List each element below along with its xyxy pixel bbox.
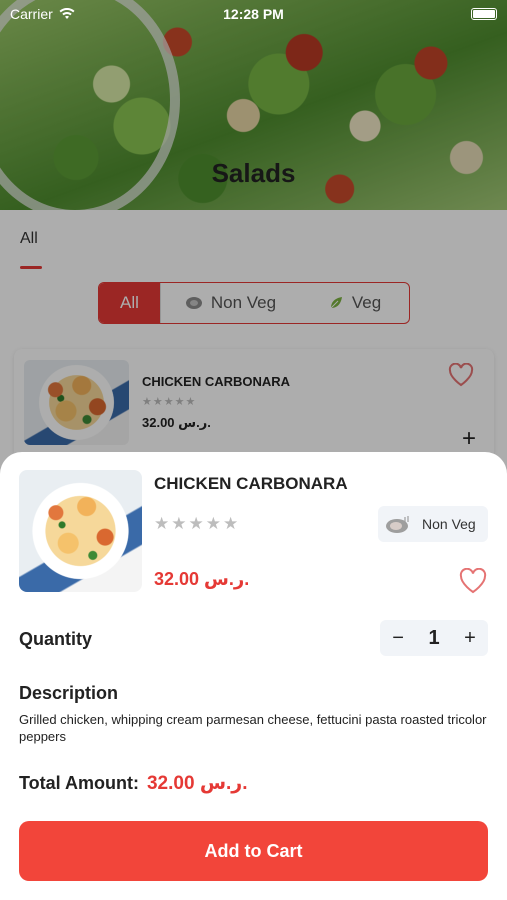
total-label: Total Amount: [19,773,139,793]
screen: Carrier 12:28 PM Salads All All Non Veg … [0,0,507,900]
wifi-icon [59,8,75,19]
total-amount: Total Amount: 32.00 ر.س. [19,772,248,795]
quantity-value: 1 [428,626,440,649]
increment-button[interactable]: + [464,627,476,650]
add-to-cart-button[interactable]: Add to Cart [19,821,488,881]
sheet-dish-name: CHICKEN CARBONARA [154,474,348,493]
dish-image [19,470,142,592]
add-to-cart-label: Add to Cart [204,840,303,861]
clock: 12:28 PM [223,6,284,22]
heart-icon[interactable] [459,568,487,594]
meat-icon [386,516,409,533]
item-detail-sheet: CHICKEN CARBONARA ★★★★★ Non Veg 32.00 ر.… [0,452,507,900]
quantity-stepper: − 1 + [380,620,488,656]
carrier-label: Carrier [10,6,53,22]
description-heading: Description [19,683,119,703]
description-text: Grilled chicken, whipping cream parmesan… [19,712,487,744]
carrier: Carrier [10,6,75,22]
diet-badge-label: Non Veg [422,516,476,532]
decrement-button[interactable]: − [392,627,404,650]
diet-badge: Non Veg [378,506,488,542]
sheet-price: 32.00 ر.س. [154,569,250,589]
total-value: 32.00 ر.س. [146,773,248,794]
quantity-label: Quantity [19,629,93,649]
battery-icon [471,8,497,20]
sheet-rating-stars: ★★★★★ [154,514,241,533]
status-bar: Carrier 12:28 PM [0,0,507,28]
